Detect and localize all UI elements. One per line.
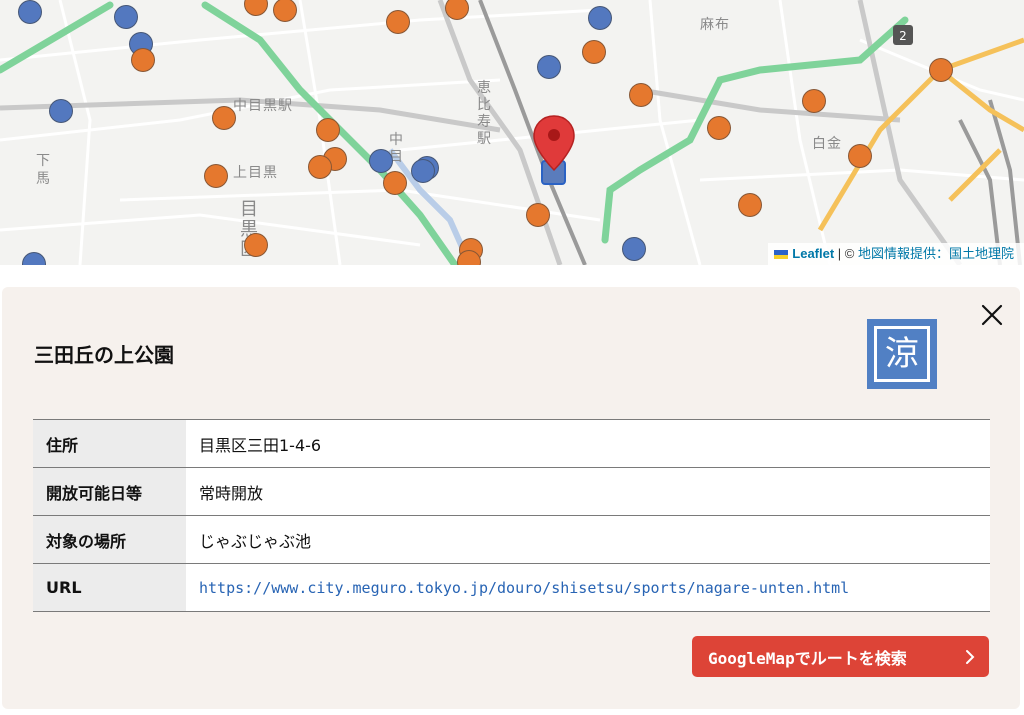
map-label-nakameguro-station: 中目黒駅	[233, 98, 293, 114]
attribution-separator: | ©	[834, 246, 858, 261]
map-marker-orange[interactable]	[386, 10, 410, 34]
map-tiles: 2	[0, 0, 1024, 265]
map-marker-blue[interactable]	[114, 5, 138, 29]
map[interactable]: 2 中目黒駅 上目黒 下 馬 恵 比 寿 駅 中 目 麻布 白金 目 黒 区 L…	[0, 0, 1024, 265]
map-label-shirokane: 白金	[812, 136, 842, 152]
row-value-address: 目黒区三田1-4-6	[186, 419, 990, 468]
map-label-shimomeguro: 下 馬	[36, 153, 51, 187]
map-marker-blue[interactable]	[411, 159, 435, 183]
map-marker-orange[interactable]	[212, 106, 236, 130]
table-row: 開放可能日等 常時開放	[33, 467, 990, 516]
close-icon[interactable]	[978, 301, 1006, 329]
ukraine-flag-icon	[774, 250, 789, 259]
map-marker-orange[interactable]	[244, 233, 268, 257]
location-pin-icon[interactable]	[531, 114, 577, 178]
map-marker-orange[interactable]	[629, 83, 653, 107]
map-marker-blue[interactable]	[18, 0, 42, 24]
map-marker-blue[interactable]	[622, 237, 646, 261]
facility-detail-panel: 三田丘の上公園 涼 住所 目黒区三田1-4-6 開放可能日等 常時開放 対象の場…	[2, 287, 1020, 709]
facility-title: 三田丘の上公園	[34, 343, 174, 367]
row-label-target-place: 対象の場所	[33, 515, 186, 564]
map-marker-orange[interactable]	[131, 48, 155, 72]
row-label-url: URL	[33, 563, 186, 612]
gsi-attribution-link[interactable]: 地図情報提供：国土地理院	[858, 246, 1014, 261]
row-value-open-days: 常時開放	[186, 467, 990, 516]
map-marker-orange[interactable]	[802, 89, 826, 113]
map-marker-blue[interactable]	[49, 99, 73, 123]
google-map-route-button[interactable]: GoogleMapでルートを検索	[692, 636, 989, 677]
map-marker-orange[interactable]	[204, 164, 228, 188]
chevron-right-icon	[966, 650, 975, 664]
map-marker-orange[interactable]	[383, 171, 407, 195]
table-row: 住所 目黒区三田1-4-6	[33, 419, 990, 468]
map-marker-orange[interactable]	[848, 144, 872, 168]
facility-url-link[interactable]: https://www.city.meguro.tokyo.jp/douro/s…	[199, 579, 849, 597]
route-shield: 2	[899, 29, 907, 43]
map-marker-blue[interactable]	[369, 149, 393, 173]
table-row: 対象の場所 じゃぶじゃぶ池	[33, 515, 990, 564]
map-marker-orange[interactable]	[929, 58, 953, 82]
facility-info-table: 住所 目黒区三田1-4-6 開放可能日等 常時開放 対象の場所 じゃぶじゃぶ池 …	[33, 419, 990, 612]
row-value-target-place: じゃぶじゃぶ池	[186, 515, 990, 564]
badge-character: 涼	[874, 326, 930, 382]
leaflet-link[interactable]: Leaflet	[792, 246, 834, 261]
map-label-ebisu-station: 恵 比 寿 駅	[477, 80, 492, 147]
map-marker-orange[interactable]	[316, 118, 340, 142]
cool-spot-badge-icon: 涼	[867, 319, 937, 389]
map-attribution: Leaflet | © 地図情報提供：国土地理院	[768, 243, 1024, 265]
table-row: URL https://www.city.meguro.tokyo.jp/dou…	[33, 563, 990, 612]
map-label-kamimeguro: 上目黒	[233, 165, 278, 181]
row-label-address: 住所	[33, 419, 186, 468]
map-marker-orange[interactable]	[308, 155, 332, 179]
row-label-open-days: 開放可能日等	[33, 467, 186, 516]
map-marker-orange[interactable]	[707, 116, 731, 140]
map-marker-orange[interactable]	[738, 193, 762, 217]
map-label-azabu: 麻布	[700, 17, 730, 33]
map-marker-orange[interactable]	[526, 203, 550, 227]
map-marker-blue[interactable]	[537, 55, 561, 79]
map-marker-orange[interactable]	[582, 40, 606, 64]
route-button-label: GoogleMapでルートを検索	[708, 648, 907, 668]
map-marker-blue[interactable]	[588, 6, 612, 30]
